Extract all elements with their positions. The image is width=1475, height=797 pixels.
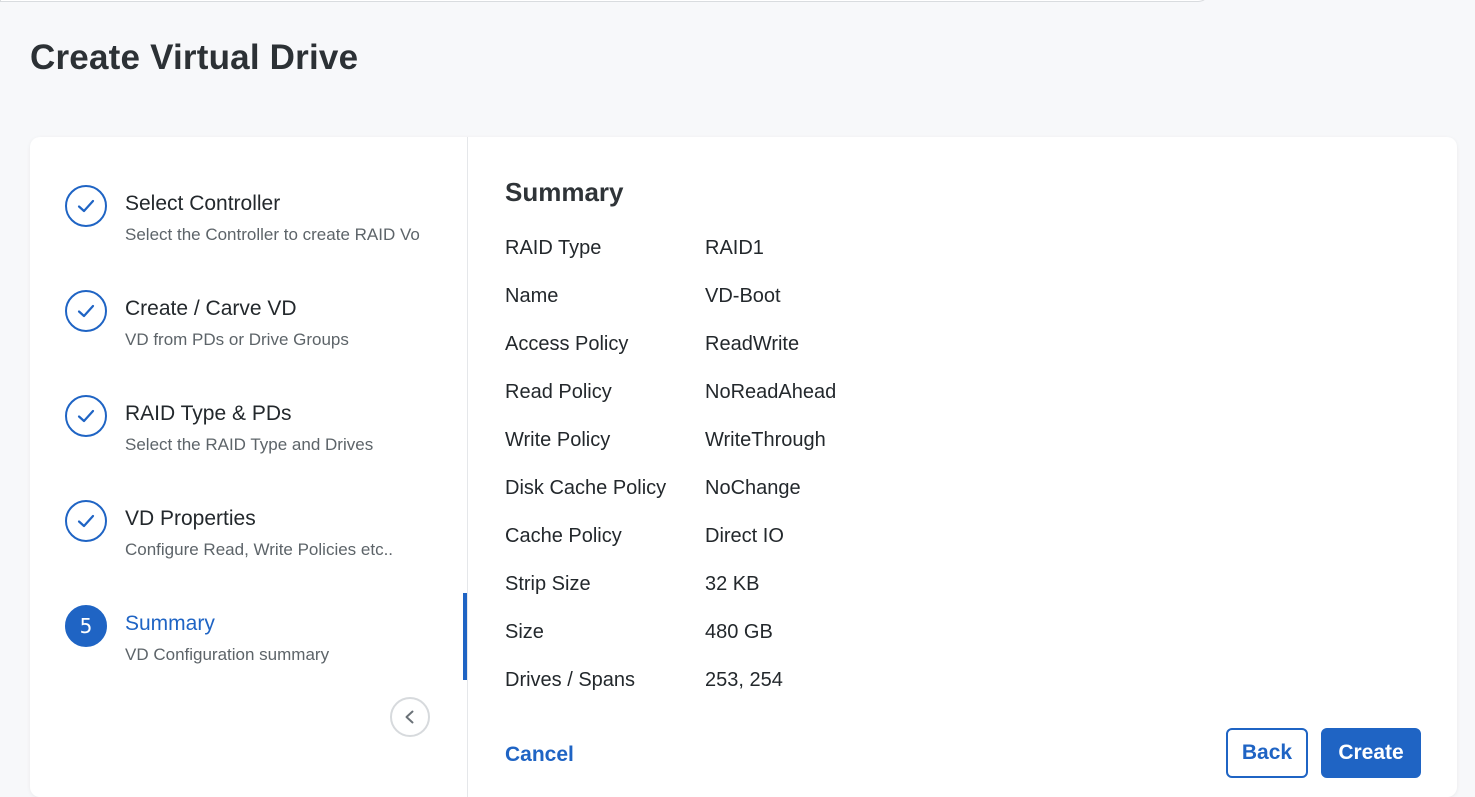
create-vd-card: Select Controller Select the Controller … [30,137,1457,797]
summary-value: RAID1 [705,237,764,259]
summary-row: Write Policy WriteThrough [505,429,1105,459]
summary-label: Disk Cache Policy [505,477,667,499]
step-subtitle: VD from PDs or Drive Groups [125,330,349,349]
step-title: Create / Carve VD [125,297,297,320]
summary-label: Write Policy [505,429,611,451]
summary-row: Drives / Spans 253, 254 [505,669,1105,699]
summary-value: NoChange [705,477,801,499]
check-icon [65,500,107,542]
back-button[interactable]: Back [1226,728,1308,778]
summary-label: Cache Policy [505,525,622,547]
browser-top-bar [0,0,1475,8]
summary-label: Read Policy [505,381,612,403]
step-number: 5 [79,614,93,638]
step-subtitle: VD Configuration summary [125,645,330,664]
summary-label: Name [505,285,559,307]
summary-row: Cache Policy Direct IO [505,525,1105,555]
summary-label: Strip Size [505,573,591,595]
step-title: Select Controller [125,192,281,215]
check-icon [65,395,107,437]
wizard-step-select-controller[interactable]: Select Controller Select the Controller … [65,185,455,265]
summary-value: ReadWrite [705,333,800,355]
summary-row: Size 480 GB [505,621,1105,651]
summary-row: Name VD-Boot [505,285,1105,315]
summary-value: WriteThrough [705,429,826,451]
step-number-badge: 5 [65,605,107,647]
summary-heading: Summary [505,177,624,207]
summary-row: Read Policy NoReadAhead [505,381,1105,411]
wizard-step-create-carve-vd[interactable]: Create / Carve VD VD from PDs or Drive G… [65,290,455,370]
collapse-panel-button[interactable] [390,697,430,737]
address-bar-edge [0,0,1210,2]
chevron-left-icon [405,710,414,724]
step-subtitle: Configure Read, Write Policies etc.. [125,540,394,559]
summary-value: NoReadAhead [705,381,837,403]
summary-row: Strip Size 32 KB [505,573,1105,603]
step-subtitle: Select the RAID Type and Drives [125,435,374,454]
check-icon [65,290,107,332]
wizard-steps-panel: Select Controller Select the Controller … [30,137,468,797]
wizard-step-raid-type-pds[interactable]: RAID Type & PDs Select the RAID Type and… [65,395,455,475]
check-icon [65,185,107,227]
summary-label: Drives / Spans [505,669,636,691]
summary-value: 32 KB [705,573,760,595]
wizard-step-summary[interactable]: 5 Summary VD Configuration summary [65,605,455,685]
step-subtitle: Select the Controller to create RAID Vo [125,225,420,244]
step-title: Summary [125,612,215,635]
summary-row: Access Policy ReadWrite [505,333,1105,363]
summary-row: RAID Type RAID1 [505,237,1105,267]
summary-value: VD-Boot [705,285,781,307]
active-step-indicator [463,593,467,680]
step-title: RAID Type & PDs [125,402,292,425]
create-button[interactable]: Create [1321,728,1421,778]
summary-value: 480 GB [705,621,773,643]
cancel-link[interactable]: Cancel [505,743,574,767]
summary-label: Size [505,621,544,643]
page-title: Create Virtual Drive [30,38,359,77]
summary-value: Direct IO [705,525,784,547]
wizard-step-vd-properties[interactable]: VD Properties Configure Read, Write Poli… [65,500,455,580]
summary-value: 253, 254 [705,669,783,691]
summary-label: Access Policy [505,333,629,355]
summary-label: RAID Type [505,237,602,259]
summary-row: Disk Cache Policy NoChange [505,477,1105,507]
step-title: VD Properties [125,507,256,530]
